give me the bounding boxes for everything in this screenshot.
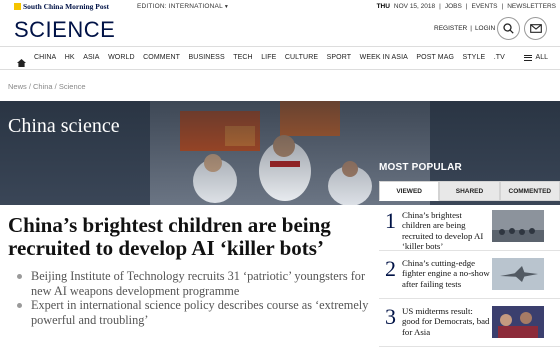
login-link[interactable]: LOGIN [475,25,495,32]
nav-item-style[interactable]: STYLE [463,54,486,61]
separator: | [465,3,468,10]
nav-item-sport[interactable]: SPORT [327,54,352,61]
all-label: ALL [535,54,548,61]
nav-item-post-mag[interactable]: POST MAG [416,54,454,61]
most-popular-tabs: VIEWED SHARED COMMENTED [379,181,560,201]
nav-item-life[interactable]: LIFE [261,54,276,61]
nav-item-tech[interactable]: TECH [233,54,252,61]
nav-list: CHINA HK ASIA WORLD COMMENT BUSINESS TEC… [34,54,513,61]
story-title[interactable]: US midterms result: good for Democrats, … [402,306,490,337]
edition-label: EDITION: INTERNATIONAL [137,3,223,10]
nav-item-china[interactable]: CHINA [34,54,56,61]
top-bar: South China Morning Post EDITION: INTERN… [0,0,560,14]
summary-bullet: Beijing Institute of Technology recruits… [17,269,377,298]
nav-item-business[interactable]: BUSINESS [189,54,225,61]
list-item[interactable]: 1 China’s brightest children are being r… [379,203,560,251]
article-headline[interactable]: China’s brightest children are being rec… [8,214,368,260]
most-popular-list: 1 China’s brightest children are being r… [379,203,560,347]
newsletter-button[interactable] [524,17,547,40]
rank-number: 1 [385,208,396,233]
list-item[interactable]: 3 US midterms result: good for Democrats… [379,299,560,347]
main-nav: CHINA HK ASIA WORLD COMMENT BUSINESS TEC… [0,46,560,70]
thumbnail-image [492,210,544,242]
date-label: NOV 15, 2018 [393,3,436,10]
tab-shared[interactable]: SHARED [439,181,500,201]
link-jobs[interactable]: JOBS [445,3,462,10]
article-summary: Beijing Institute of Technology recruits… [17,269,377,327]
search-button[interactable] [497,17,520,40]
thumbnail-image [492,258,544,290]
logo-text: South China Morning Post [23,2,110,11]
edition-selector[interactable]: EDITION: INTERNATIONAL▼ [137,3,229,10]
dateline: THU NOV 15, 2018 | JOBS | EVENTS | NEWSL… [377,3,556,10]
auth-separator: | [470,25,472,32]
nav-item-world[interactable]: WORLD [108,54,135,61]
nav-item-hk[interactable]: HK [65,54,75,61]
story-title[interactable]: China’s brightest children are being rec… [402,210,490,251]
rank-number: 3 [385,304,396,329]
list-item[interactable]: 2 China’s cutting-edge fighter engine a … [379,251,560,299]
nav-item-culture[interactable]: CULTURE [285,54,318,61]
hamburger-icon [523,54,532,61]
auth-links: REGISTER | LOGIN [434,25,495,32]
separator: | [439,3,441,10]
register-link[interactable]: REGISTER [434,25,467,32]
tab-viewed[interactable]: VIEWED [379,181,440,201]
separator: | [501,3,504,10]
envelope-icon [529,24,542,33]
nav-item-comment[interactable]: COMMENT [143,54,180,61]
scmp-logo[interactable]: South China Morning Post [14,2,109,11]
tab-commented[interactable]: COMMENTED [499,181,560,201]
summary-bullet: Expert in international science policy d… [17,298,377,327]
thumbnail-image [492,306,544,338]
breadcrumb[interactable]: News / China / Science [8,82,86,91]
rank-number: 2 [385,256,396,281]
most-popular-title: MOST POPULAR [379,162,462,173]
caret-down-icon: ▼ [223,4,230,10]
nav-item-week-in-asia[interactable]: WEEK IN ASIA [360,54,408,61]
home-icon[interactable] [17,54,26,72]
story-title[interactable]: China’s cutting-edge fighter engine a no… [402,258,490,289]
link-events[interactable]: EVENTS [472,3,498,10]
link-newsletters[interactable]: NEWSLETTERS [507,3,556,10]
nav-item-asia[interactable]: ASIA [83,54,99,61]
section-title[interactable]: SCIENCE [14,17,115,43]
logo-mark-icon [14,3,21,10]
nav-item-tv[interactable]: .TV [494,54,505,61]
search-icon [503,23,514,34]
hero-title: China science [8,115,120,137]
all-menu-button[interactable]: ALL [523,54,548,61]
day-label: THU [376,3,390,10]
